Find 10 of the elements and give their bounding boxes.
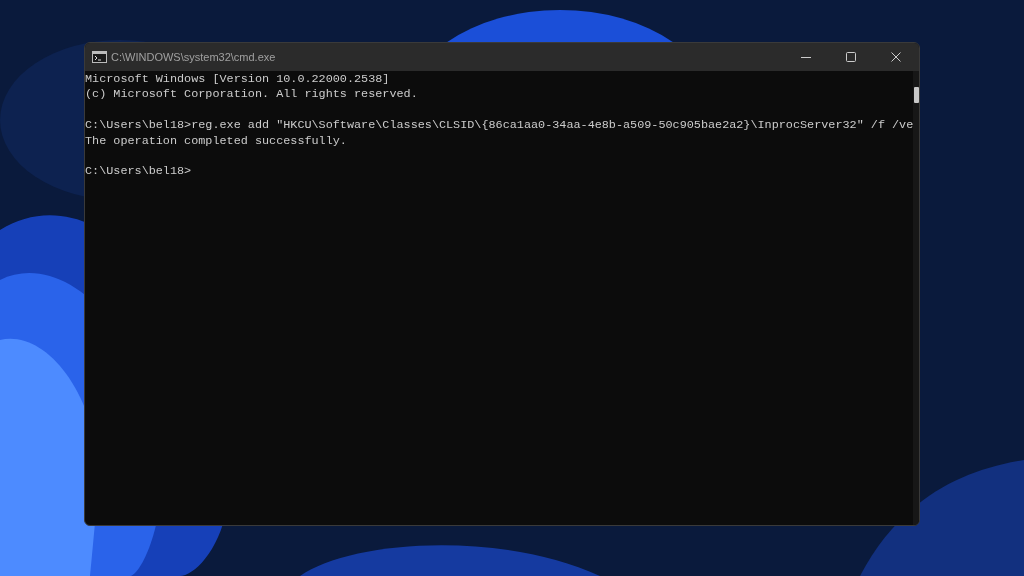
console-line: The operation completed successfully.: [85, 133, 348, 149]
console-line: C:\Users\bel18>reg.exe add "HKCU\Software\Classes\CLSID\{86ca1aa0-34aa-4e8b-a509-50c905bae2a2}\InprocServer32" /f /ve: [85, 118, 914, 134]
console-line: (c) Microsoft Corporation. All rights reserved.: [85, 87, 419, 103]
console-line: C:\Users\bel18>: [85, 164, 193, 180]
console-icon: [92, 51, 107, 63]
console-line: Microsoft Windows [Version 10.0.22000.2538]: [85, 72, 391, 88]
window-title: C:\WINDOWS\system32\cmd.exe: [111, 49, 276, 65]
scrollbar-thumb[interactable]: [913, 87, 919, 103]
maximize-icon: [845, 52, 856, 62]
close-icon: [891, 52, 901, 62]
